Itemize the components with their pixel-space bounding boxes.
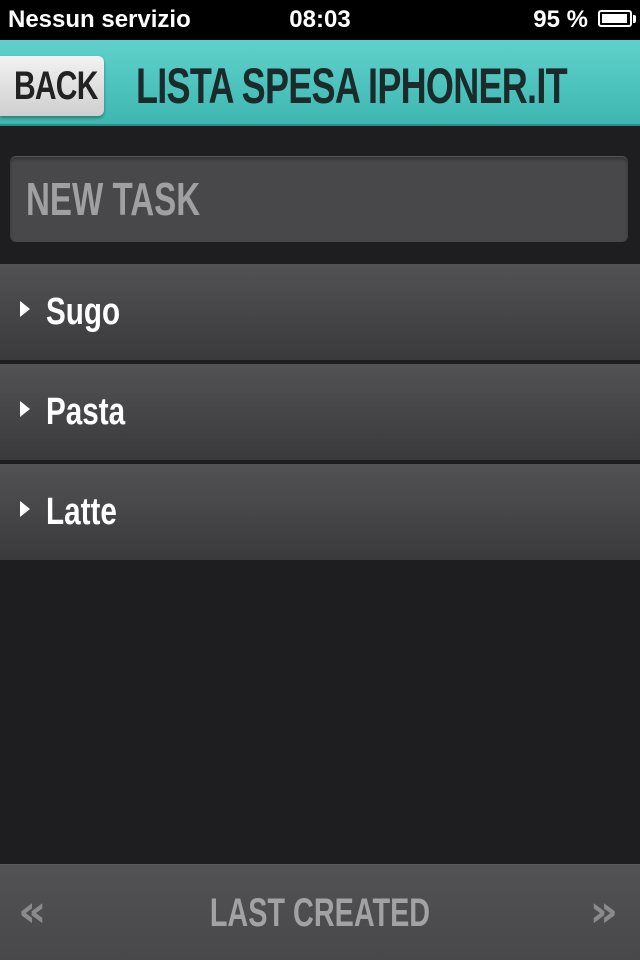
sort-mode-label: LAST CREATED — [0, 885, 640, 941]
battery-tip — [633, 15, 636, 23]
task-label: Sugo — [46, 291, 121, 333]
sort-bar: « LAST CREATED » — [0, 864, 640, 960]
battery-percent-label: 95 % — [533, 6, 588, 33]
app-screen: Nessun servizio 08:03 95 % BACK LISTA SP… — [0, 0, 640, 960]
task-item-pasta[interactable]: Pasta — [0, 364, 640, 464]
task-label: Pasta — [46, 391, 126, 433]
disclosure-triangle-icon — [20, 501, 30, 517]
disclosure-triangle-icon — [20, 301, 30, 317]
task-list: Sugo Pasta Latte — [0, 264, 640, 564]
new-task-field[interactable]: NEW TASK — [10, 156, 628, 242]
next-sort-button[interactable]: » — [590, 887, 618, 937]
back-button-label: BACK — [13, 64, 98, 108]
new-task-input[interactable] — [10, 157, 628, 242]
nav-header: BACK LISTA SPESA IPHONER.IT — [0, 40, 640, 126]
back-button[interactable]: BACK — [0, 56, 104, 116]
status-bar: Nessun servizio 08:03 95 % — [0, 0, 640, 40]
task-item-latte[interactable]: Latte — [0, 464, 640, 564]
page-title: LISTA SPESA IPHONER.IT — [136, 58, 568, 114]
task-label: Latte — [46, 491, 117, 533]
task-item-sugo[interactable]: Sugo — [0, 264, 640, 364]
sort-mode-text: LAST CREATED — [209, 891, 431, 935]
battery-level-fill — [602, 14, 627, 23]
battery-icon — [598, 10, 632, 27]
disclosure-triangle-icon — [20, 401, 30, 417]
